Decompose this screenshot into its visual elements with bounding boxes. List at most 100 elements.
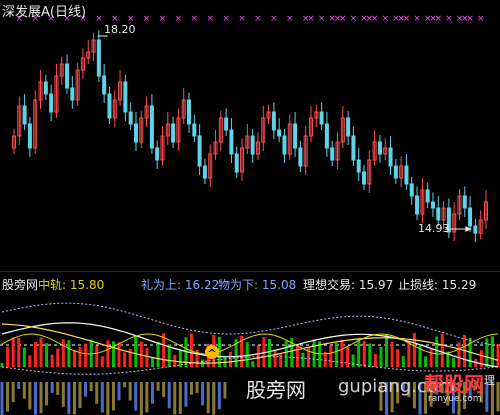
signal-marker: × bbox=[222, 14, 230, 24]
hist-bar bbox=[178, 382, 182, 414]
osc-bar bbox=[412, 333, 416, 367]
osc-bar bbox=[134, 335, 138, 367]
hist-bar bbox=[123, 382, 127, 388]
hist-bar bbox=[78, 382, 82, 409]
osc-bar bbox=[11, 337, 15, 367]
candle-down bbox=[96, 39, 101, 77]
signal-marker: × bbox=[254, 14, 262, 24]
osc-bar bbox=[407, 340, 411, 367]
osc-bar bbox=[424, 356, 428, 367]
signal-marker: × bbox=[381, 14, 389, 24]
indicator-panel[interactable]: ^ 股旁网 中轨: 15.80 礼为上: 16.22 物为下: 15.08 理想… bbox=[0, 272, 500, 415]
signal-marker: × bbox=[466, 14, 474, 24]
osc-bar bbox=[61, 339, 65, 367]
candle-down bbox=[155, 147, 160, 161]
osc-bar bbox=[150, 357, 154, 367]
candle-down bbox=[324, 123, 329, 149]
candle-down bbox=[271, 111, 276, 131]
signal-marker: × bbox=[445, 14, 453, 24]
candle-down bbox=[102, 75, 107, 95]
osc-bar bbox=[111, 341, 115, 367]
signal-marker: × bbox=[143, 14, 151, 24]
osc-bar bbox=[485, 338, 489, 367]
hist-bar bbox=[17, 382, 21, 389]
osc-bar bbox=[273, 349, 277, 367]
osc-bar bbox=[45, 343, 49, 367]
buy-marker: ^ bbox=[205, 345, 219, 360]
signal-marker: × bbox=[206, 14, 214, 24]
hist-bar bbox=[56, 382, 60, 395]
hist-bar bbox=[11, 382, 15, 403]
candle-down bbox=[197, 135, 202, 167]
osc-bar bbox=[67, 340, 71, 367]
osc-bar bbox=[100, 356, 104, 367]
candle-down bbox=[277, 129, 282, 137]
signal-marker: × bbox=[403, 14, 411, 24]
osc-bar bbox=[390, 342, 394, 367]
candle-down bbox=[128, 111, 133, 125]
buy-marker-symbol: ^ bbox=[207, 347, 216, 360]
candle-down bbox=[436, 207, 441, 221]
osc-bar bbox=[496, 343, 500, 367]
hist-bar bbox=[139, 382, 143, 415]
candle-down bbox=[415, 195, 420, 215]
signal-marker: × bbox=[270, 14, 278, 24]
hist-bar bbox=[28, 382, 32, 410]
osc-bar bbox=[351, 354, 355, 367]
indicator-name[interactable]: 股旁网 bbox=[2, 276, 38, 293]
osc-bar bbox=[17, 338, 21, 367]
osc-bar bbox=[128, 348, 132, 367]
signal-marker: × bbox=[191, 14, 199, 24]
osc-bar bbox=[368, 343, 372, 367]
edge-label: 理 bbox=[484, 374, 495, 387]
candle-down bbox=[65, 63, 70, 89]
hist-bar bbox=[100, 382, 104, 413]
candle-down bbox=[319, 111, 324, 125]
hist-bar bbox=[189, 382, 193, 395]
signal-marker: × bbox=[159, 14, 167, 24]
middle-track-value: 中轨: 15.80 bbox=[38, 278, 105, 292]
osc-bar bbox=[50, 354, 54, 367]
candle-down bbox=[234, 153, 239, 173]
ideal-trade-line bbox=[1, 322, 499, 368]
indicator-info-bar: 股旁网 中轨: 15.80 礼为上: 16.22 物为下: 15.08 理想交易… bbox=[0, 272, 500, 292]
osc-bar bbox=[156, 341, 160, 367]
candle-down bbox=[107, 93, 112, 119]
osc-bar bbox=[167, 344, 171, 367]
osc-bar bbox=[256, 345, 260, 367]
stop-loss-value: 止损线: 15.29 bbox=[398, 278, 477, 292]
candle-down bbox=[393, 165, 398, 179]
hist-bar bbox=[167, 382, 171, 409]
price-panel[interactable]: × × × × × × × × × × × × × × × × × × × × × × × × × × × × × × × × × × × × × × × ×… bbox=[0, 0, 500, 272]
osc-bar bbox=[33, 341, 37, 367]
hist-bar bbox=[67, 382, 71, 414]
signal-marker: × bbox=[339, 14, 347, 24]
osc-bar bbox=[401, 356, 405, 367]
osc-bar bbox=[295, 344, 299, 367]
candles bbox=[12, 30, 488, 243]
hist-bar bbox=[33, 382, 37, 415]
hist-bar bbox=[111, 382, 115, 411]
osc-bar bbox=[346, 346, 350, 367]
osc-bar bbox=[22, 347, 26, 367]
osc-bar bbox=[279, 353, 283, 367]
watermark-logo: 帮股网 bbox=[424, 372, 484, 396]
signal-marker: × bbox=[413, 14, 421, 24]
candle-down bbox=[388, 147, 393, 167]
signal-marker: × bbox=[477, 14, 485, 24]
osc-bar bbox=[106, 340, 110, 367]
osc-bar bbox=[490, 336, 494, 367]
candle-down bbox=[468, 207, 473, 227]
hist-bar bbox=[84, 382, 88, 397]
candle-down bbox=[473, 225, 478, 234]
osc-bar bbox=[56, 348, 60, 367]
osc-bar bbox=[268, 339, 272, 367]
watermark-logo-domain: ranyue.com bbox=[428, 394, 482, 404]
hist-bar bbox=[173, 382, 177, 415]
candle-down bbox=[27, 123, 32, 149]
osc-bar bbox=[379, 346, 383, 367]
osc-bar bbox=[429, 348, 433, 367]
hist-bar bbox=[150, 382, 154, 404]
hist-bar bbox=[0, 382, 4, 415]
candle-down bbox=[330, 147, 335, 161]
